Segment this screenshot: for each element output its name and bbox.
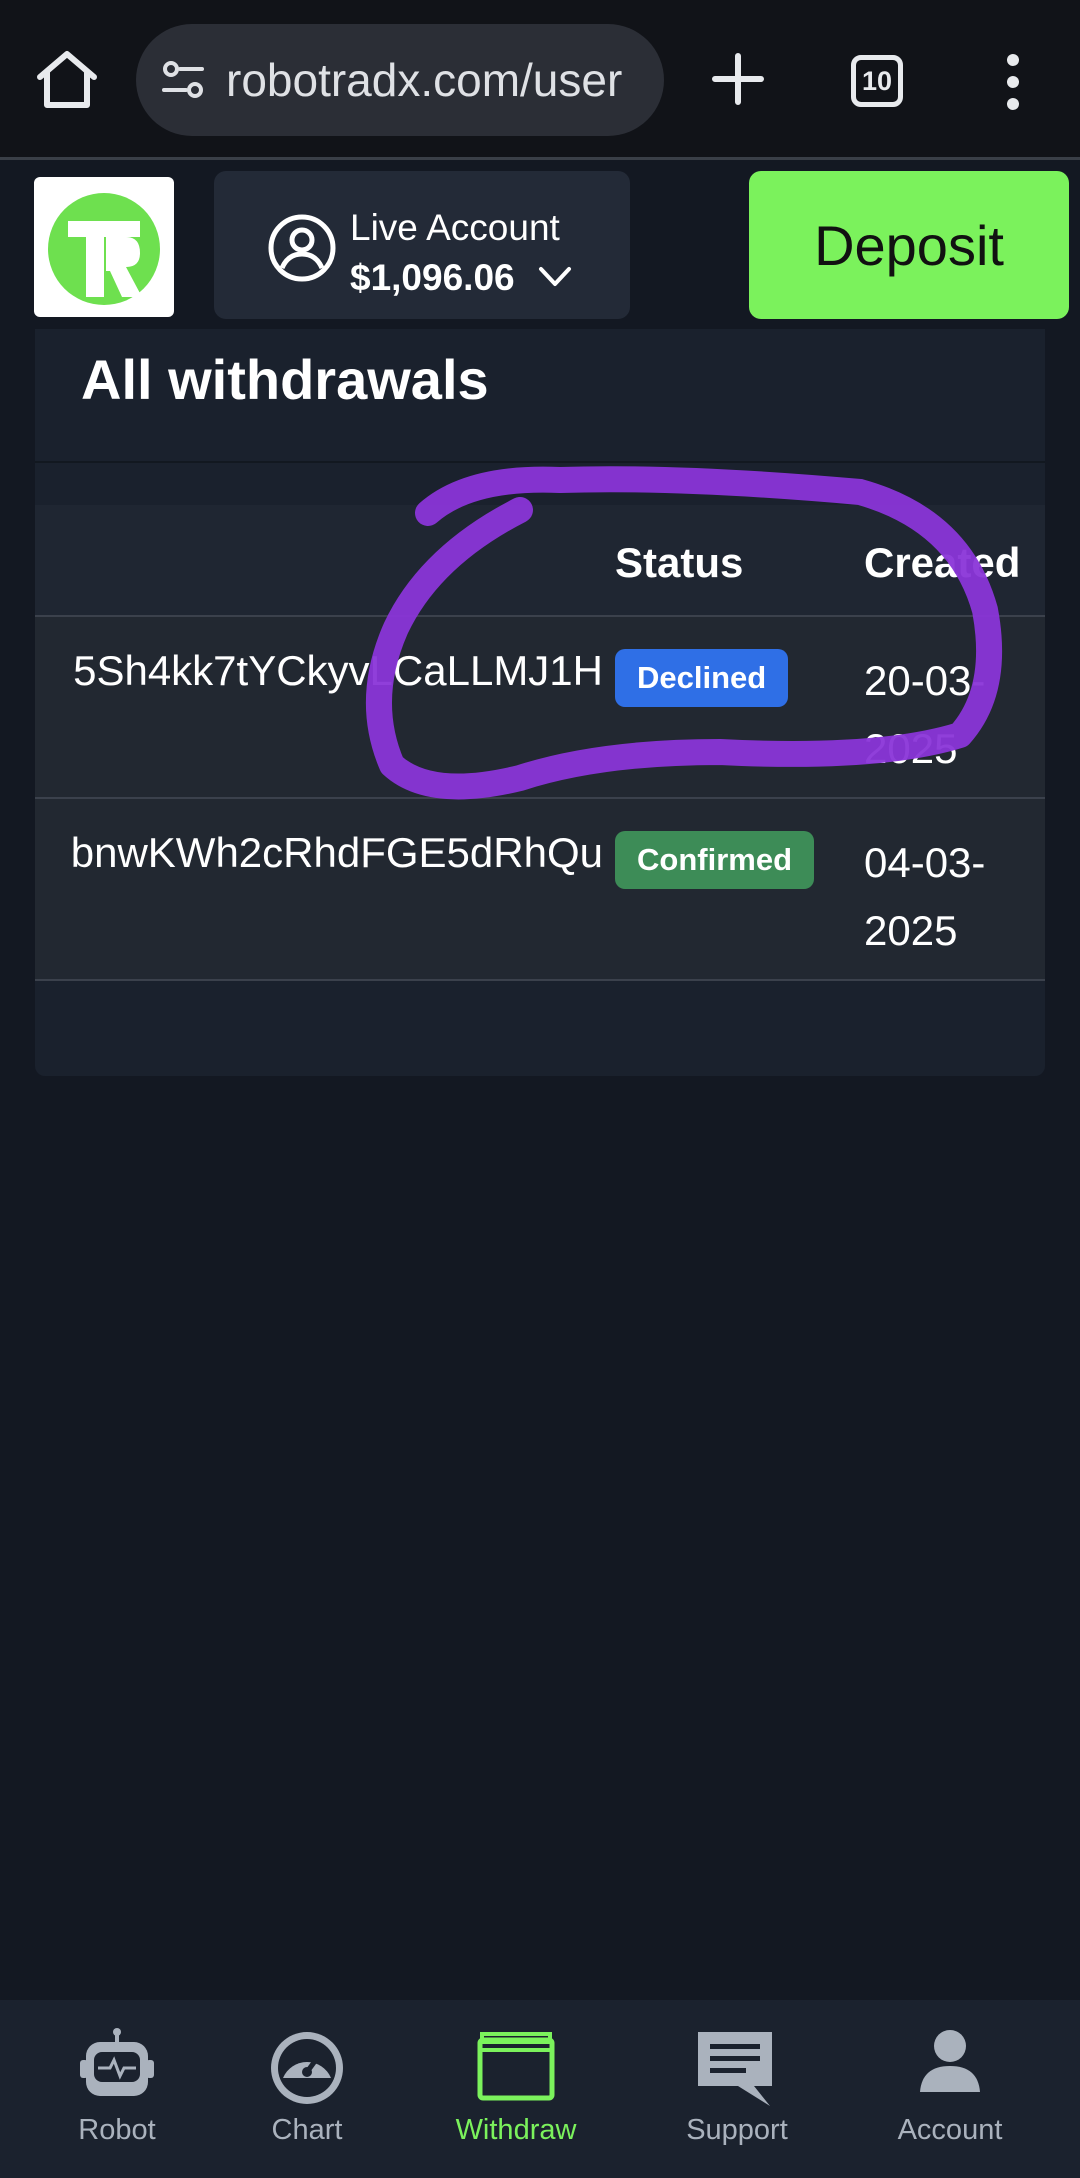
wallet-address: bnwKWh2cRhdFGE5dRhQu — [70, 829, 603, 876]
nav-label-withdraw: Withdraw — [455, 2114, 577, 2146]
nav-item-withdraw[interactable]: Withdraw — [450, 2000, 582, 2178]
plus-icon[interactable] — [705, 46, 771, 112]
column-header-created[interactable]: Created — [864, 539, 1020, 587]
created-date: 04-03-2025 — [864, 839, 986, 954]
account-balance: $1,096.06 — [350, 257, 515, 298]
nav-item-support[interactable]: Support — [680, 2000, 794, 2178]
url-text[interactable]: robotradx.com/user — [226, 53, 622, 107]
nav-label-robot: Robot — [78, 2114, 156, 2146]
chat-icon — [698, 2032, 772, 2106]
more-vert-icon[interactable] — [995, 52, 1031, 112]
status-badge: Confirmed — [615, 831, 814, 889]
nav-item-chart[interactable]: Chart — [250, 2000, 364, 2178]
page-title: All withdrawals — [81, 348, 489, 411]
status-badge: Declined — [615, 649, 789, 707]
site-settings-icon[interactable] — [158, 54, 210, 106]
account-selector[interactable]: Live Account $1,096.06 — [214, 171, 630, 319]
browser-toolbar: robotradx.com/user 10 — [0, 0, 1080, 160]
withdrawals-card: All withdrawals Status Created 5Sh4kk7tY… — [35, 329, 1045, 1076]
bottom-navigation: Robot Chart Withdraw Support Account — [0, 2000, 1080, 2178]
chevron-down-icon[interactable] — [538, 264, 572, 290]
speedometer-icon — [271, 2032, 343, 2104]
nav-item-account[interactable]: Account — [890, 2000, 1010, 2178]
withdrawals-table[interactable]: Status Created 5Sh4kk7tYCkyvLCaLLMJ1H De… — [35, 505, 1045, 985]
home-icon[interactable] — [32, 45, 102, 115]
tab-switcher-button[interactable]: 10 — [851, 55, 903, 107]
wallet-icon — [477, 2032, 555, 2101]
app-logo[interactable] — [34, 177, 174, 317]
wallet-address: 5Sh4kk7tYCkyvLCaLLMJ1H — [73, 647, 603, 694]
created-date: 20-03-2025 — [864, 657, 986, 772]
user-circle-icon — [268, 214, 336, 282]
divider — [35, 461, 1045, 463]
table-row[interactable]: 5Sh4kk7tYCkyvLCaLLMJ1H Declined 20-03-20… — [35, 617, 1045, 799]
person-icon — [920, 2030, 980, 2092]
nav-label-chart: Chart — [271, 2114, 343, 2146]
nav-label-support: Support — [686, 2114, 788, 2146]
address-bar[interactable]: robotradx.com/user — [136, 24, 664, 136]
nav-item-robot[interactable]: Robot — [58, 2000, 176, 2178]
table-header: Status Created — [35, 505, 1045, 617]
column-header-status[interactable]: Status — [615, 539, 743, 587]
deposit-button[interactable]: Deposit — [749, 171, 1069, 319]
account-type-label: Live Account — [350, 207, 560, 248]
logo-icon — [48, 193, 160, 305]
robot-icon — [80, 2028, 154, 2096]
app-header: Live Account $1,096.06 Deposit — [0, 163, 1080, 329]
table-row[interactable]: bnwKWh2cRhdFGE5dRhQu Confirmed 04-03-202… — [35, 799, 1045, 981]
nav-label-account: Account — [897, 2114, 1003, 2146]
